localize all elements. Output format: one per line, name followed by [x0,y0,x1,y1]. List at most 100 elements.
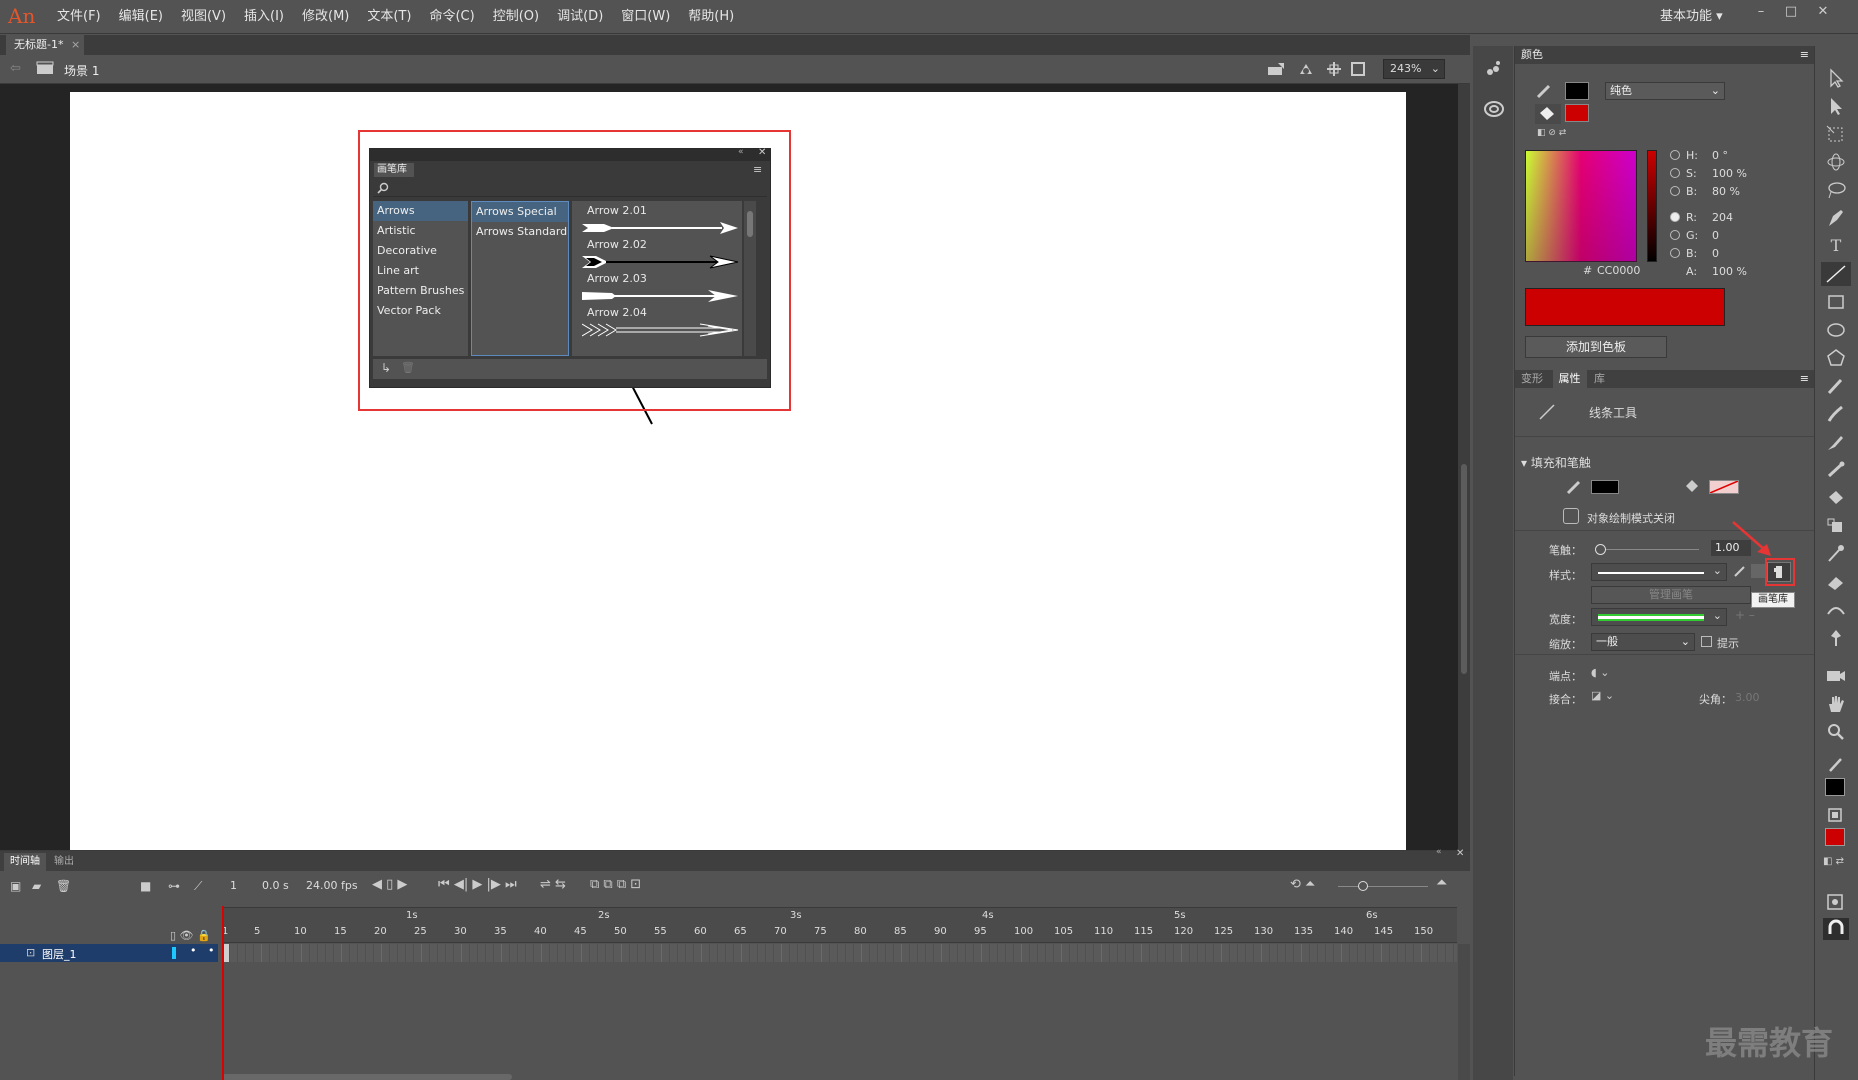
frame-cell[interactable] [870,944,878,962]
text-tool-icon[interactable]: T [1825,236,1847,256]
frame-cell[interactable] [982,944,990,962]
frame-cell[interactable] [422,944,430,962]
category-line-art[interactable]: Line art [373,261,468,281]
frame-cell[interactable] [862,944,870,962]
frame-cell[interactable] [326,944,334,962]
frame-cell[interactable] [382,944,390,962]
arrow-brush-preview[interactable] [582,289,742,303]
menu-help[interactable]: 帮助(H) [679,0,743,34]
frame-cell[interactable] [1134,944,1142,962]
brush-item-label[interactable]: Arrow 2.02 [587,238,647,251]
subselection-tool-icon[interactable] [1825,96,1847,116]
timeline-vertical-scrollbar[interactable] [1458,944,1470,1080]
frame-cell[interactable] [1030,944,1038,962]
tab-timeline[interactable]: 时间轴 [4,853,46,871]
collapse-icon[interactable]: « [738,147,744,157]
join-select[interactable]: ◪ ⌄ [1591,689,1621,705]
fill-stroke-section-header[interactable]: ▾ 填充和笔触 [1521,454,1591,471]
menu-window[interactable]: 窗口(W) [612,0,679,34]
toolbar-stroke-swatch[interactable] [1825,778,1845,796]
category-pattern-brushes[interactable]: Pattern Brushes [373,281,468,301]
blue-radio[interactable] [1670,248,1680,258]
minimize-button[interactable]: – [1748,2,1774,22]
frame-cell[interactable] [542,944,550,962]
frame-cell[interactable] [998,944,1006,962]
frame-cell[interactable] [886,944,894,962]
r-radio[interactable] [1670,212,1680,222]
frame-cell[interactable] [878,944,886,962]
frame-cell[interactable] [590,944,598,962]
frame-cell[interactable] [1006,944,1014,962]
menu-view[interactable]: 视图(V) [172,0,235,34]
brush-list-scrollbar[interactable] [744,201,756,356]
frame-cell[interactable] [902,944,910,962]
layer-frames[interactable] [222,944,1457,962]
frame-cell[interactable] [1174,944,1182,962]
color-panel-tab[interactable]: 颜色 [1515,48,1543,61]
stroke-slider-track[interactable] [1595,549,1699,550]
frame-cell[interactable] [478,944,486,962]
frame-cell[interactable] [1094,944,1102,962]
frame-cell[interactable] [1342,944,1350,962]
frame-cell[interactable] [830,944,838,962]
frame-cell[interactable] [734,944,742,962]
frame-cell[interactable] [694,944,702,962]
frame-cell[interactable] [806,944,814,962]
swap-colors-icons[interactable]: ◧ ⊘ ⇄ [1537,128,1585,140]
add-to-document-icon[interactable]: ↳ [381,361,391,375]
frame-cell[interactable] [966,944,974,962]
frame-cell[interactable] [646,944,654,962]
transport-icons[interactable]: ⏮ ◀| ▶ |▶ ⏭ [438,877,517,892]
frame-cell[interactable] [1230,944,1238,962]
close-window-button[interactable]: ✕ [1810,2,1836,22]
frame-cell[interactable] [230,944,238,962]
frame-cell[interactable] [1422,944,1430,962]
paint-brush-tool-icon[interactable] [1825,404,1847,424]
frame-cell[interactable] [334,944,342,962]
layer-header-icons[interactable]: ▯ 👁 🔒 [170,929,220,943]
scale-select[interactable]: 一般 ⌄ [1591,633,1695,651]
stroke-color-swatch[interactable] [1591,480,1619,494]
frame-cell[interactable] [798,944,806,962]
zoom-slider-track[interactable] [1338,886,1428,887]
frame-cell[interactable] [1406,944,1414,962]
edit-stroke-style-icon[interactable] [1733,564,1747,578]
r-value[interactable]: 204 [1712,211,1733,224]
frame-cell[interactable] [638,944,646,962]
oval-tool-icon[interactable] [1825,320,1847,340]
manage-brushes-button[interactable]: 管理画笔 [1591,586,1751,604]
playhead[interactable] [222,906,224,1080]
frame-cell[interactable] [1070,944,1078,962]
b-radio[interactable] [1670,186,1680,196]
bone-tool-icon[interactable] [1825,460,1847,480]
frame-cell[interactable] [1334,944,1342,962]
frame-cell[interactable] [686,944,694,962]
frame-cell[interactable] [718,944,726,962]
frame-cell[interactable] [846,944,854,962]
frame-cell[interactable] [1046,944,1054,962]
elapsed-time[interactable]: 0.0 s [262,879,289,892]
arrow-brush-preview[interactable] [582,255,742,269]
fill-bucket-icon[interactable] [1535,104,1561,124]
frame-cell[interactable] [742,944,750,962]
menu-insert[interactable]: 插入(I) [235,0,293,34]
stage-vertical-scrollbar[interactable] [1458,84,1470,850]
zoom-tool-icon[interactable] [1825,722,1847,742]
style-select[interactable]: ⌄ [1591,563,1727,581]
brush-library-tab[interactable]: 画笔库 [374,163,414,177]
menu-text[interactable]: 文本(T) [358,0,420,34]
frame-cell[interactable] [550,944,558,962]
frame-cell[interactable] [398,944,406,962]
frame-cell[interactable] [838,944,846,962]
frame-cell[interactable] [238,944,246,962]
frame-cell[interactable] [414,944,422,962]
h-radio[interactable] [1670,150,1680,160]
frame-cell[interactable] [558,944,566,962]
frame-rate[interactable]: 24.00 fps [306,879,358,892]
frame-cell[interactable] [358,944,366,962]
frame-cell[interactable] [1014,944,1022,962]
back-arrow-icon[interactable]: ⇦ [10,61,21,76]
subcategory-arrows-special[interactable]: Arrows Special [472,202,568,222]
frame-cell[interactable] [1366,944,1374,962]
frame-cell[interactable] [1382,944,1390,962]
